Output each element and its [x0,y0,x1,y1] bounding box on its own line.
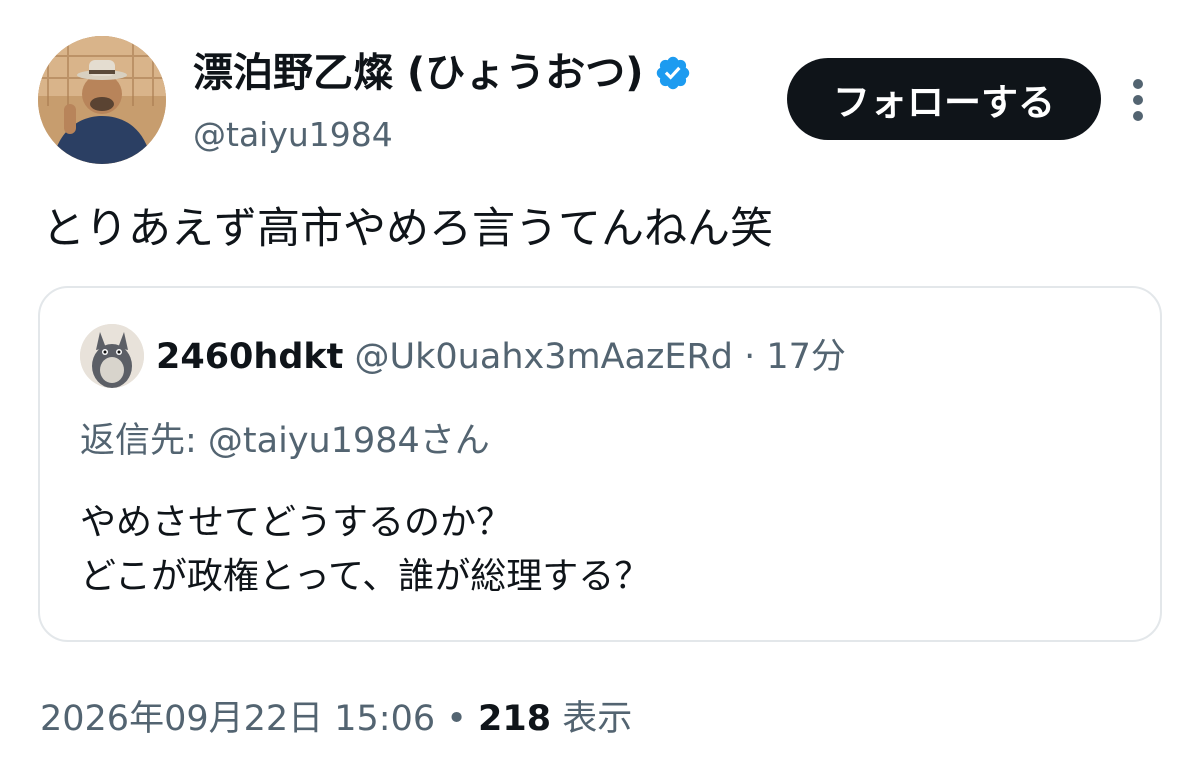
header-separator: · [733,337,767,377]
author-display-name[interactable]: 漂泊野乙燦 (ひょうおつ) [193,48,692,98]
tweet-timestamp[interactable]: 2026年09月22日 15:06 [40,699,435,739]
author-avatar[interactable] [38,36,166,164]
author-name-text: 漂泊野乙燦 (ひょうおつ) [193,50,644,96]
author-handle[interactable]: @taiyu1984 [193,113,393,157]
quoted-tweet-card[interactable]: 2460hdkt @Uk0uahx3mAazERd · 17分 返信先: @ta… [38,286,1162,642]
reply-to-label[interactable]: 返信先: @taiyu1984さん [80,416,490,466]
quote-text: やめさせてどうするのか？ どこが政権とって、誰が総理する？ [80,502,651,597]
quote-author-handle[interactable]: @Uk0uahx3mAazERd [355,337,733,377]
quote-author-avatar[interactable] [80,324,144,388]
verified-badge-icon [654,54,692,92]
tweet-text: とりあえず高市やめろ言うてんねん笑 [42,204,773,254]
meta-separator: • [435,699,479,739]
views-label: 表示 [551,699,633,739]
quote-timestamp[interactable]: 17分 [766,337,846,377]
quote-author-name[interactable]: 2460hdkt [156,337,343,377]
quote-header: 2460hdkt @Uk0uahx3mAazERd · 17分 [156,332,846,382]
views-count[interactable]: 218 [478,699,551,739]
follow-button[interactable]: フォローする [787,58,1101,140]
more-vertical-icon[interactable] [1120,76,1156,124]
tweet-meta: 2026年09月22日 15:06 • 218 表示 [40,694,632,744]
